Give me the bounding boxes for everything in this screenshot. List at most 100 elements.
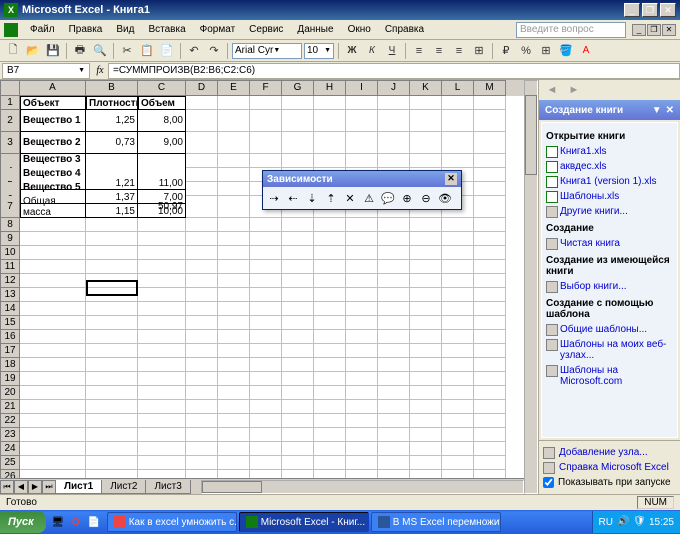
cell[interactable] <box>314 470 346 478</box>
cell[interactable] <box>138 456 186 470</box>
cell[interactable] <box>218 218 250 232</box>
cell[interactable] <box>138 232 186 246</box>
cell[interactable] <box>20 344 86 358</box>
cell[interactable] <box>282 372 314 386</box>
cell[interactable] <box>378 442 410 456</box>
cell[interactable] <box>138 400 186 414</box>
cell[interactable] <box>410 260 442 274</box>
formula-input[interactable]: =СУММПРОИЗВ(B2:B6;C2:C6) <box>108 63 680 79</box>
horizontal-scrollbar[interactable] <box>201 480 524 494</box>
cell[interactable]: 8,00 <box>138 110 186 132</box>
cell[interactable] <box>442 288 474 302</box>
cell[interactable] <box>250 96 282 110</box>
cell[interactable] <box>474 400 506 414</box>
cell[interactable] <box>378 96 410 110</box>
cell[interactable] <box>20 218 86 232</box>
tab-next-button[interactable]: ▶ <box>28 480 42 494</box>
row-header[interactable]: 24 <box>0 442 20 456</box>
cell[interactable] <box>346 330 378 344</box>
cell[interactable] <box>186 302 218 316</box>
cell[interactable] <box>410 246 442 260</box>
cell[interactable] <box>474 302 506 316</box>
taskbar-item-3[interactable]: В MS Excel перемножит... <box>371 512 501 532</box>
cell[interactable] <box>410 442 442 456</box>
cell[interactable] <box>346 470 378 478</box>
cell[interactable] <box>250 274 282 288</box>
menu-view[interactable]: Вид <box>110 22 140 37</box>
cell[interactable] <box>186 110 218 132</box>
cell[interactable] <box>20 386 86 400</box>
cell[interactable] <box>474 274 506 288</box>
col-header-j[interactable]: J <box>378 80 410 96</box>
cell[interactable] <box>218 182 250 196</box>
fx-button[interactable]: fx <box>92 65 108 76</box>
percent-button[interactable]: % <box>517 42 535 60</box>
cell[interactable] <box>346 372 378 386</box>
cell[interactable] <box>378 470 410 478</box>
cell[interactable] <box>282 358 314 372</box>
menu-file[interactable]: Файл <box>24 22 61 37</box>
cell[interactable] <box>250 132 282 154</box>
cell[interactable] <box>282 132 314 154</box>
bold-button[interactable]: Ж <box>343 42 361 60</box>
open-button[interactable]: 📂 <box>24 42 42 60</box>
align-right-button[interactable]: ≡ <box>450 42 468 60</box>
cell[interactable] <box>282 110 314 132</box>
doc-restore-button[interactable]: ❐ <box>647 24 661 36</box>
cell[interactable] <box>474 110 506 132</box>
tp-template-3[interactable]: Шаблоны на Microsoft.com <box>546 363 673 389</box>
cell[interactable] <box>314 344 346 358</box>
cell[interactable] <box>314 414 346 428</box>
cell[interactable] <box>250 358 282 372</box>
cell[interactable] <box>474 330 506 344</box>
cell-a1[interactable]: Объект <box>20 96 86 110</box>
row-header[interactable]: 19 <box>0 372 20 386</box>
row-header[interactable]: 20 <box>0 386 20 400</box>
cell[interactable] <box>86 218 138 232</box>
cell[interactable] <box>186 428 218 442</box>
cell[interactable] <box>442 372 474 386</box>
cell[interactable] <box>346 218 378 232</box>
cell[interactable] <box>282 470 314 478</box>
cell[interactable] <box>378 316 410 330</box>
cell[interactable] <box>346 456 378 470</box>
tp-add-node[interactable]: Добавление узла... <box>543 445 676 460</box>
cell[interactable] <box>138 288 186 302</box>
underline-button[interactable]: Ч <box>383 42 401 60</box>
row-header[interactable]: 2 <box>0 110 20 132</box>
tp-choose-workbook[interactable]: Выбор книги... <box>546 279 673 294</box>
row-header[interactable]: 25 <box>0 456 20 470</box>
currency-button[interactable]: ₽ <box>497 42 515 60</box>
cell[interactable] <box>218 428 250 442</box>
cell[interactable] <box>250 218 282 232</box>
cell[interactable] <box>474 456 506 470</box>
cell[interactable] <box>410 288 442 302</box>
tp-help-link[interactable]: Справка Microsoft Excel <box>543 460 676 475</box>
cell[interactable] <box>218 330 250 344</box>
cell[interactable] <box>250 414 282 428</box>
cell[interactable] <box>282 316 314 330</box>
cell[interactable] <box>282 288 314 302</box>
cell[interactable] <box>346 274 378 288</box>
new-button[interactable]: 🗋 <box>4 42 22 60</box>
sheet-tab-1[interactable]: Лист1 <box>55 480 102 494</box>
trace-dependents-icon[interactable]: ⇣ <box>303 189 321 207</box>
cell[interactable] <box>250 386 282 400</box>
cell[interactable] <box>346 414 378 428</box>
cell[interactable] <box>282 428 314 442</box>
cell[interactable] <box>442 110 474 132</box>
tp-template-1[interactable]: Общие шаблоны... <box>546 322 673 337</box>
cell[interactable] <box>410 110 442 132</box>
cell[interactable] <box>314 330 346 344</box>
cell[interactable] <box>474 232 506 246</box>
cell[interactable] <box>282 400 314 414</box>
grid-body[interactable]: 1ОбъектПлотностьОбъем2Вещество 11,258,00… <box>0 96 524 478</box>
cell[interactable] <box>86 274 138 288</box>
row-header[interactable]: 3 <box>0 132 20 154</box>
maximize-button[interactable]: ❐ <box>642 3 658 17</box>
cell-c7[interactable]: 50,97 <box>138 196 186 218</box>
cell[interactable] <box>86 246 138 260</box>
cell[interactable] <box>442 386 474 400</box>
cell[interactable] <box>218 316 250 330</box>
ql-browser-icon[interactable]: O <box>68 514 84 530</box>
